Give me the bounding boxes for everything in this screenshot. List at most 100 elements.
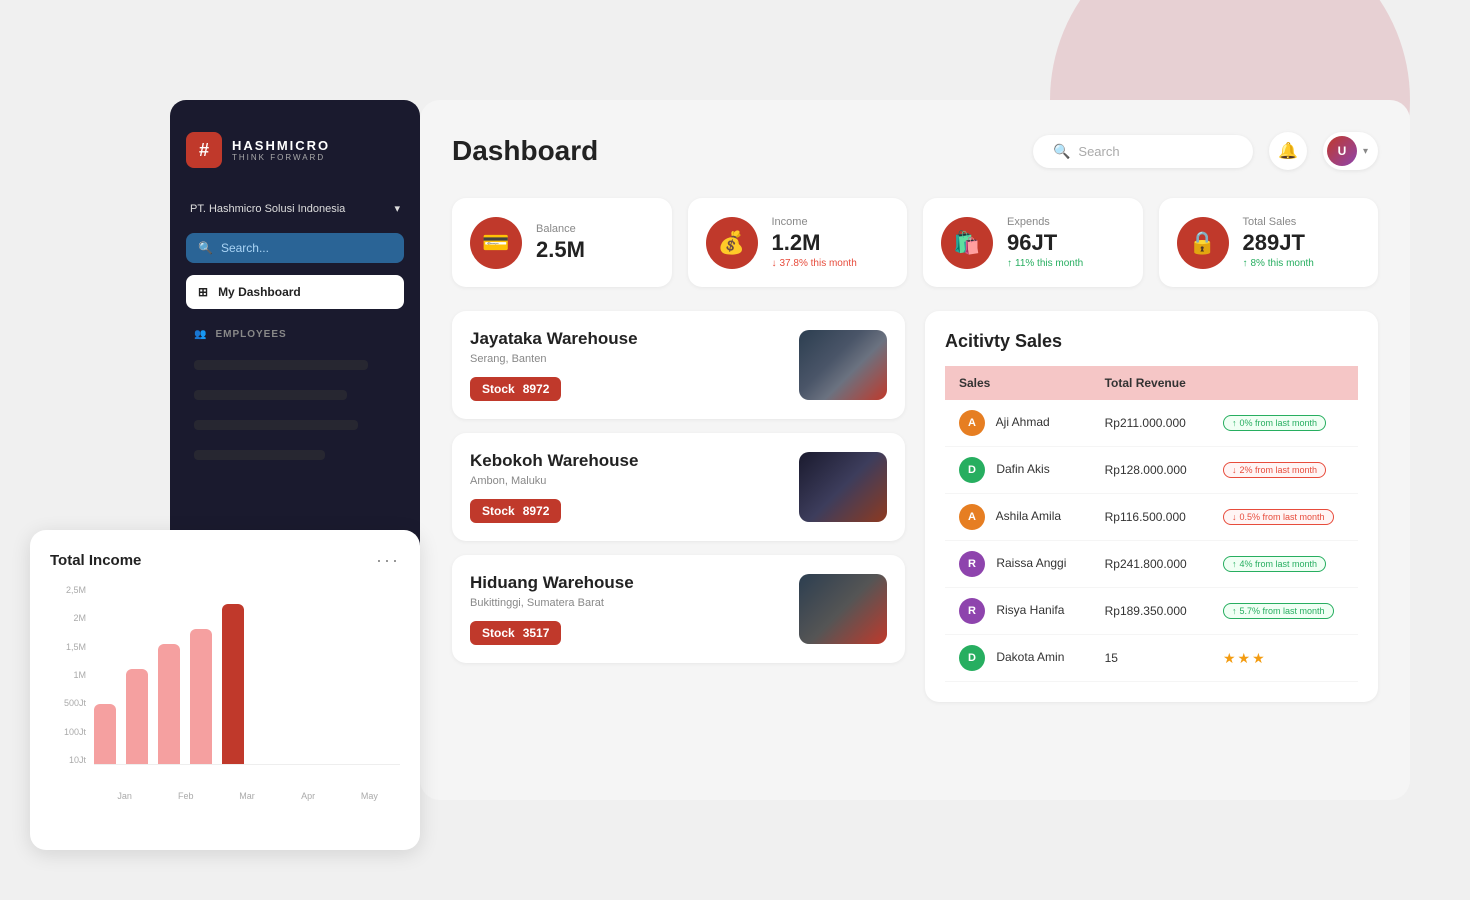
stat-label-income: Income xyxy=(772,216,857,228)
change-badge: ↓ 2% from last month xyxy=(1223,462,1326,478)
change-badge: ↑ 5.7% from last month xyxy=(1223,603,1334,619)
change-cell: ↓ 0.5% from last month xyxy=(1209,494,1358,541)
person-name: Dafin Akis xyxy=(996,462,1049,476)
table-row: A Ashila Amila Rp116.500.000 ↓ 0.5% from… xyxy=(945,494,1358,541)
stat-info-total-sales: Total Sales 289JT ↑ 8% this month xyxy=(1243,216,1314,269)
warehouse-location-2: Bukittinggi, Sumatera Barat xyxy=(470,597,785,609)
company-selector[interactable]: PT. Hashmicro Solusi Indonesia ▾ xyxy=(186,196,404,221)
stat-card-balance: 💳 Balance 2.5M xyxy=(452,198,672,287)
sidebar-section-label: EMPLOYEES xyxy=(215,329,286,340)
table-row: D Dakota Amin 15 ★★★ xyxy=(945,635,1358,682)
activity-title: Acitivty Sales xyxy=(945,331,1358,352)
change-arrow: ↑ xyxy=(1232,559,1237,569)
stat-label-total-sales: Total Sales xyxy=(1243,216,1314,228)
person-avatar: A xyxy=(959,504,985,530)
revenue-cell: Rp189.350.000 xyxy=(1091,588,1209,635)
change-cell: ↑ 4% from last month xyxy=(1209,541,1358,588)
sidebar-search-bar[interactable]: 🔍 xyxy=(186,233,404,263)
stat-value-expends: 96JT xyxy=(1007,230,1083,256)
stat-label-balance: Balance xyxy=(536,223,585,235)
warehouse-info-1: Kebokoh Warehouse Ambon, Maluku Stock 89… xyxy=(470,451,785,523)
revenue-cell: 15 xyxy=(1091,635,1209,682)
change-badge: ↓ 0.5% from last month xyxy=(1223,509,1334,525)
person-avatar: R xyxy=(959,551,985,577)
main-header: Dashboard 🔍 🔔 U ▾ xyxy=(452,132,1378,170)
chart-bar xyxy=(94,704,116,764)
chart-y-label: 100Jt xyxy=(64,727,86,737)
chart-area: 2,5M2M1,5M1M500Jt100Jt10Jt xyxy=(50,585,400,785)
person-cell: D Dakota Amin xyxy=(945,635,1091,682)
table-row: R Raissa Anggi Rp241.800.000 ↑ 4% from l… xyxy=(945,541,1358,588)
change-cell: ↑ 5.7% from last month xyxy=(1209,588,1358,635)
revenue-cell: Rp241.800.000 xyxy=(1091,541,1209,588)
change-arrow: ↑ xyxy=(1232,418,1237,428)
sidebar-item-my-dashboard[interactable]: ⊞ My Dashboard xyxy=(186,275,404,309)
company-name: PT. Hashmicro Solusi Indonesia xyxy=(190,203,345,215)
table-row: A Aji Ahmad Rp211.000.000 ↑ 0% from last… xyxy=(945,400,1358,447)
activity-table-header: Sales Total Revenue xyxy=(945,366,1358,400)
total-sales-icon: 🔒 xyxy=(1177,217,1229,269)
change-text: 0% from last month xyxy=(1239,418,1317,428)
chart-y-label: 2,5M xyxy=(66,585,86,595)
avatar: U xyxy=(1327,136,1357,166)
warehouse-name-0: Jayataka Warehouse xyxy=(470,329,785,349)
stock-label-0: Stock xyxy=(482,382,515,396)
total-income-chart-card: Total Income ··· 2,5M2M1,5M1M500Jt100Jt1… xyxy=(30,530,420,850)
stat-value-balance: 2.5M xyxy=(536,237,585,263)
arrow-down-icon: ↓ xyxy=(772,258,777,269)
table-row: D Dafin Akis Rp128.000.000 ↓ 2% from las… xyxy=(945,447,1358,494)
chart-more-button[interactable]: ··· xyxy=(376,550,400,571)
change-arrow: ↓ xyxy=(1232,512,1237,522)
warehouse-location-0: Serang, Banten xyxy=(470,353,785,365)
revenue-cell: Rp211.000.000 xyxy=(1091,400,1209,447)
stock-value-2: 3517 xyxy=(523,626,550,640)
revenue-cell: Rp128.000.000 xyxy=(1091,447,1209,494)
warehouses-column: Jayataka Warehouse Serang, Banten Stock … xyxy=(452,311,905,702)
chart-x-label: Apr xyxy=(293,791,323,801)
person-name: Ashila Amila xyxy=(996,509,1061,523)
chart-title: Total Income xyxy=(50,552,141,569)
change-text: 5.7% from last month xyxy=(1239,606,1324,616)
table-row: R Risya Hanifa Rp189.350.000 ↑ 5.7% from… xyxy=(945,588,1358,635)
warehouse-name-2: Hiduang Warehouse xyxy=(470,573,785,593)
sidebar-search-input[interactable] xyxy=(221,241,392,255)
employees-icon: 👥 xyxy=(194,329,207,340)
person-name: Dakota Amin xyxy=(996,650,1064,664)
notification-button[interactable]: 🔔 xyxy=(1269,132,1307,170)
sidebar-item-label: My Dashboard xyxy=(218,285,301,299)
income-icon: 💰 xyxy=(706,217,758,269)
search-icon: 🔍 xyxy=(198,241,213,255)
change-arrow: ↓ xyxy=(1232,465,1237,475)
page-title: Dashboard xyxy=(452,135,598,167)
chart-bar-group xyxy=(126,669,148,764)
chart-bar xyxy=(222,604,244,764)
arrow-up-icon: ↑ xyxy=(1007,258,1012,269)
person-avatar: A xyxy=(959,410,985,436)
stat-card-total-sales: 🔒 Total Sales 289JT ↑ 8% this month xyxy=(1159,198,1379,287)
chart-y-label: 1,5M xyxy=(66,642,86,652)
chevron-down-icon: ▾ xyxy=(1363,146,1368,157)
person-avatar: R xyxy=(959,598,985,624)
chart-bar xyxy=(126,669,148,764)
search-bar[interactable]: 🔍 xyxy=(1033,135,1253,168)
stock-value-1: 8972 xyxy=(523,504,550,518)
chart-bar xyxy=(190,629,212,764)
search-input[interactable] xyxy=(1078,144,1233,159)
stock-value-0: 8972 xyxy=(523,382,550,396)
chart-x-label: May xyxy=(354,791,384,801)
stat-card-income: 💰 Income 1.2M ↓ 37.8% this month xyxy=(688,198,908,287)
user-avatar-button[interactable]: U ▾ xyxy=(1323,132,1378,170)
person-name: Raissa Anggi xyxy=(996,556,1066,570)
header-right: 🔍 🔔 U ▾ xyxy=(1033,132,1378,170)
change-badge: ↑ 4% from last month xyxy=(1223,556,1326,572)
chart-bar-group xyxy=(222,604,244,764)
chart-x-label: Jan xyxy=(110,791,140,801)
chart-bar-group xyxy=(190,629,212,764)
stat-change-income: ↓ 37.8% this month xyxy=(772,258,857,269)
stat-info-expends: Expends 96JT ↑ 11% this month xyxy=(1007,216,1083,269)
warehouse-location-1: Ambon, Maluku xyxy=(470,475,785,487)
warehouse-image-0 xyxy=(799,330,887,400)
stat-change-total-sales: ↑ 8% this month xyxy=(1243,258,1314,269)
sidebar-section-employees: 👥 EMPLOYEES xyxy=(186,325,404,344)
change-cell: ↓ 2% from last month xyxy=(1209,447,1358,494)
